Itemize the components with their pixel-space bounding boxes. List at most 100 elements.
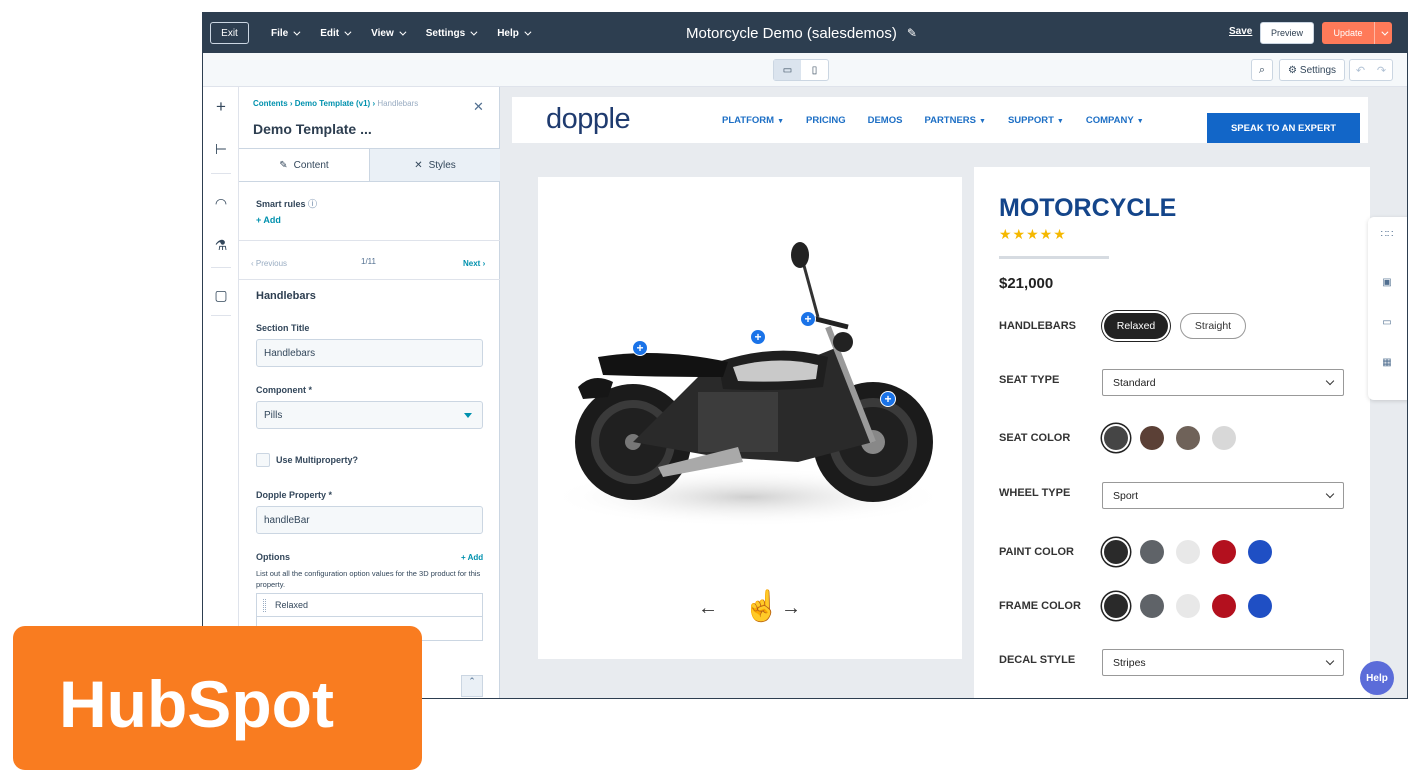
component-select-value: Pills	[264, 409, 283, 421]
frame-color-swatch[interactable]	[1140, 594, 1164, 618]
add-icon[interactable]: +	[203, 97, 239, 117]
tab-content[interactable]: ✎ Content	[239, 149, 370, 181]
arrow-right-icon[interactable]: →	[781, 597, 801, 620]
page-icon[interactable]: ▢	[203, 287, 239, 304]
nav-company[interactable]: COMPANY ▼	[1086, 115, 1144, 126]
nav-platform[interactable]: PLATFORM ▼	[722, 115, 784, 126]
chevron-down-icon	[1325, 489, 1335, 499]
hotspot-tank[interactable]: +	[750, 329, 766, 345]
wheel-type-select[interactable]: Sport	[1102, 482, 1344, 509]
menu-help-label: Help	[497, 27, 519, 39]
scroll-stepper[interactable]: ⌃	[461, 675, 483, 697]
breadcrumb-template[interactable]: Demo Template (v1)	[295, 99, 370, 108]
previous-button[interactable]: ‹ Previous	[251, 259, 287, 268]
frame-color-swatch[interactable]	[1104, 594, 1128, 618]
frame-color-swatch[interactable]	[1212, 594, 1236, 618]
product-viewer[interactable]: + + + + ← ☝ →	[538, 177, 962, 659]
chevron-down-icon	[344, 28, 352, 36]
options-label: Options	[256, 552, 290, 562]
multiproperty-checkbox[interactable]	[256, 453, 270, 467]
breadcrumb-current: Handlebars	[377, 99, 419, 108]
seat-color-swatch[interactable]	[1176, 426, 1200, 450]
breadcrumb-contents[interactable]: Contents	[253, 99, 288, 108]
seat-color-swatch[interactable]	[1140, 426, 1164, 450]
handlebars-pill-straight[interactable]: Straight	[1180, 313, 1246, 339]
nav-support[interactable]: SUPPORT ▼	[1008, 115, 1064, 126]
grid-icon[interactable]: ∷∷	[1368, 229, 1406, 240]
paint-color-swatch[interactable]	[1104, 540, 1128, 564]
gauge-icon[interactable]: ◠	[203, 195, 239, 212]
add-smart-rule-button[interactable]: + Add	[256, 215, 281, 225]
handlebars-pill-relaxed[interactable]: Relaxed	[1104, 313, 1168, 339]
tab-styles[interactable]: ✕ Styles	[370, 149, 500, 181]
seat-color-swatch[interactable]	[1104, 426, 1128, 450]
drag-handle-icon[interactable]	[263, 599, 266, 612]
left-rail: + ⊢ ◠ ⚗ ▢	[203, 87, 239, 698]
menu-view[interactable]: View	[371, 28, 407, 39]
arrow-left-icon[interactable]: ←	[698, 597, 718, 620]
caret-down-icon	[464, 413, 472, 418]
info-icon[interactable]: ⓘ	[308, 199, 317, 209]
help-button[interactable]: Help	[1360, 661, 1394, 695]
mobile-icon[interactable]: ▯	[801, 60, 828, 80]
chat-icon[interactable]: ▣	[1368, 277, 1406, 288]
chevron-down-icon	[470, 28, 478, 36]
rail-divider	[211, 267, 231, 268]
exit-button[interactable]: Exit	[210, 22, 249, 44]
hotspot-handlebars[interactable]: +	[800, 311, 816, 327]
update-button[interactable]: Update	[1322, 22, 1392, 44]
paint-color-swatch[interactable]	[1248, 540, 1272, 564]
dopple-property-input[interactable]: handleBar	[256, 506, 483, 534]
option-row[interactable]: Relaxed	[256, 593, 483, 617]
frame-color-swatch[interactable]	[1248, 594, 1272, 618]
wheel-type-value: Sport	[1113, 489, 1139, 502]
editor-window: Exit File Edit View Settings Help Motorc…	[202, 12, 1408, 699]
menu-help[interactable]: Help	[497, 27, 532, 39]
desktop-icon[interactable]: ▭	[774, 60, 801, 80]
add-option-button[interactable]: + Add	[461, 553, 483, 562]
breadcrumb: Contents › Demo Template (v1) › Handleba…	[253, 99, 419, 108]
hotspot-wheel[interactable]: +	[880, 391, 896, 407]
settings-button[interactable]: ⚙ Settings	[1279, 59, 1345, 81]
component-select[interactable]: Pills	[256, 401, 483, 429]
product-title: MOTORCYCLE	[999, 194, 1177, 222]
next-button[interactable]: Next ›	[463, 259, 485, 268]
paint-color-swatch[interactable]	[1176, 540, 1200, 564]
decal-style-label: DECAL STYLE	[999, 654, 1076, 666]
nav-partners[interactable]: PARTNERS ▼	[924, 115, 986, 126]
menu-file[interactable]: File	[271, 27, 301, 39]
decal-style-select[interactable]: Stripes	[1102, 649, 1344, 676]
menu-settings[interactable]: Settings	[426, 28, 478, 39]
edit-panel: Contents › Demo Template (v1) › Handleba…	[239, 87, 500, 698]
site-logo[interactable]: dopple	[546, 103, 631, 136]
seat-type-select[interactable]: Standard	[1102, 369, 1344, 396]
search-icon[interactable]: ⌕	[1251, 59, 1273, 81]
speak-to-expert-button[interactable]: SPEAK TO AN EXPERT	[1207, 113, 1360, 143]
nav-demos[interactable]: DEMOS	[868, 115, 903, 126]
hotspot-seat[interactable]: +	[632, 340, 648, 356]
nav-pricing[interactable]: PRICING	[806, 115, 846, 126]
preview-button[interactable]: Preview	[1260, 22, 1314, 44]
update-dropdown[interactable]	[1374, 22, 1392, 44]
flask-icon[interactable]: ⚗	[203, 237, 239, 254]
star-rating: ★★★★★	[999, 226, 1067, 242]
window-icon[interactable]: ▭	[1368, 317, 1406, 328]
paint-color-swatch[interactable]	[1212, 540, 1236, 564]
seat-color-swatch[interactable]	[1212, 426, 1236, 450]
menu-file-label: File	[271, 27, 289, 39]
pencil-icon[interactable]: ✎	[907, 26, 917, 40]
product-configurator: MOTORCYCLE ★★★★★ $21,000 HANDLEBARS Rela…	[974, 167, 1370, 698]
paint-color-label: PAINT COLOR	[999, 546, 1074, 558]
section-title-input[interactable]: Handlebars	[256, 339, 483, 367]
redo-icon[interactable]: ↷	[1371, 60, 1392, 80]
caret-down-icon: ▼	[979, 117, 986, 125]
pager: 1/11	[361, 257, 376, 266]
save-button[interactable]: Save	[1229, 26, 1252, 37]
frame-color-swatch[interactable]	[1176, 594, 1200, 618]
tree-icon[interactable]: ⊢	[203, 141, 239, 158]
calendar-icon[interactable]: ▦	[1368, 357, 1406, 368]
menu-edit[interactable]: Edit	[320, 28, 352, 39]
paint-color-swatch[interactable]	[1140, 540, 1164, 564]
undo-icon[interactable]: ↶	[1350, 60, 1371, 80]
close-icon[interactable]: ✕	[473, 99, 484, 115]
